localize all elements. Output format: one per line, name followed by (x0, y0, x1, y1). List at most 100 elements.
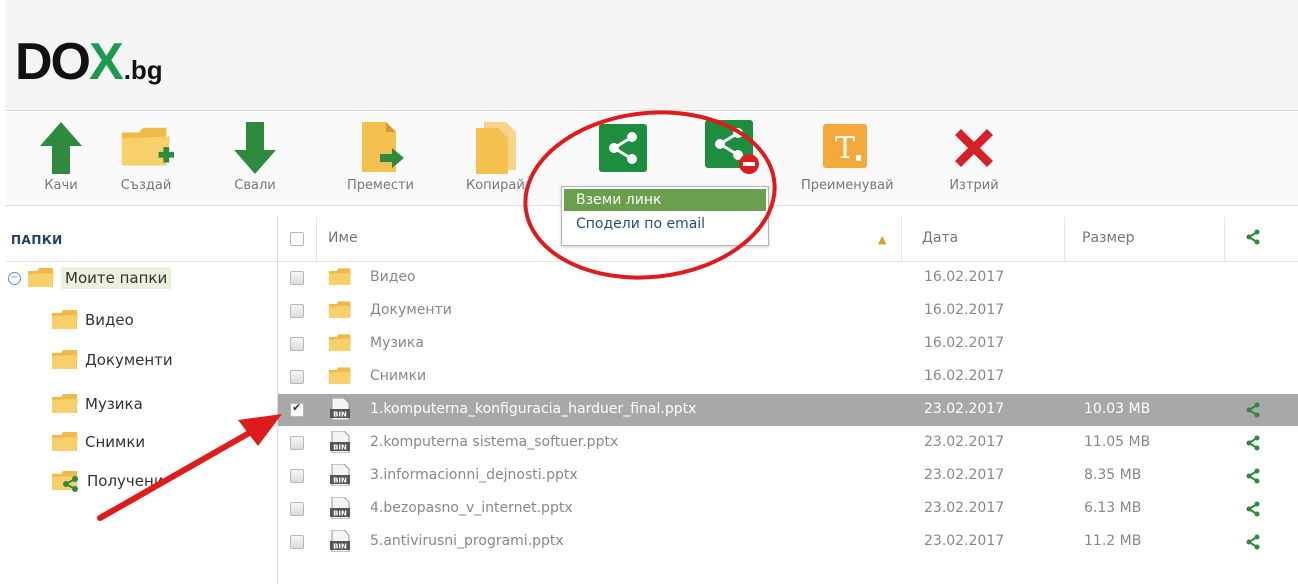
folder-icon (328, 301, 352, 318)
collapse-icon[interactable]: − (8, 271, 21, 285)
table-row[interactable]: BIN 3.informacionni_dejnosti.pptx 23.02.… (278, 460, 1298, 492)
sidebar-item-received[interactable]: Получени (51, 470, 164, 492)
column-divider (901, 217, 902, 261)
table-row-selected[interactable]: BIN 1.komputerna_konfiguracia_harduer_fi… (278, 394, 1298, 426)
bin-file-icon: BIN (330, 464, 350, 486)
sidebar-item-label: Документи (85, 351, 173, 369)
move-button[interactable]: Премести (347, 120, 414, 193)
file-date: 23.02.2017 (924, 467, 1005, 483)
column-header-date[interactable]: Дата (922, 230, 958, 246)
folder-icon (328, 334, 352, 351)
file-name[interactable]: Музика (370, 335, 424, 351)
table-row[interactable]: Документи 16.02.2017 (278, 295, 1298, 327)
unshare-button[interactable] (705, 120, 761, 176)
download-label: Свали (234, 178, 276, 193)
table-row[interactable]: BIN 2.komputerna sistema_softuer.pptx 23… (278, 427, 1298, 459)
file-size: 6.13 MB (1084, 500, 1142, 516)
file-name[interactable]: 4.bezopasno_v_internet.pptx (370, 500, 573, 516)
row-checkbox[interactable] (290, 469, 304, 483)
download-arrow-icon (227, 120, 283, 176)
table-row[interactable]: Видео 16.02.2017 (278, 262, 1298, 294)
file-type-label: BIN (333, 477, 347, 485)
file-type-label: BIN (333, 411, 347, 419)
file-date: 23.02.2017 (924, 401, 1005, 417)
folder-icon (28, 268, 54, 287)
sidebar-item-label: Видео (85, 311, 134, 329)
sidebar-item-label: Моите папки (61, 267, 172, 289)
file-date: 16.02.2017 (924, 368, 1005, 384)
menu-item-share-email[interactable]: Сподели по email (564, 213, 766, 235)
sidebar-item-my-folders[interactable]: − Моите папки (8, 267, 172, 289)
copy-file-icon (467, 120, 523, 176)
create-folder-button[interactable]: Създай (118, 120, 174, 193)
folder-icon (52, 394, 78, 413)
row-checkbox[interactable] (290, 271, 304, 285)
rename-button[interactable]: T Преименувай (801, 120, 894, 193)
row-checkbox[interactable] (290, 436, 304, 450)
file-name[interactable]: Снимки (370, 368, 426, 384)
folder-icon (52, 350, 78, 369)
sort-ascending-icon[interactable]: ▲ (878, 233, 886, 246)
svg-text:T: T (835, 131, 855, 166)
folder-icon (52, 310, 78, 329)
download-button[interactable]: Свали (227, 120, 283, 193)
column-header-size[interactable]: Размер (1082, 230, 1135, 246)
file-size: 8.35 MB (1084, 467, 1142, 483)
logo-text-x: X (89, 33, 124, 91)
upload-button[interactable]: Качи (33, 120, 89, 193)
sidebar-item-documents[interactable]: Документи (51, 349, 173, 371)
row-checkbox[interactable] (290, 502, 304, 516)
share-dropdown-menu: Вземи линк Сподели по email (561, 186, 769, 246)
folder-icon (328, 268, 352, 285)
select-all-checkbox[interactable] (290, 232, 304, 246)
row-checkbox[interactable] (290, 401, 304, 417)
folder-icon (328, 367, 352, 384)
file-name[interactable]: 3.informacionni_dejnosti.pptx (370, 467, 578, 483)
table-row[interactable]: BIN 4.bezopasno_v_internet.pptx 23.02.20… (278, 493, 1298, 525)
share-icon (595, 120, 651, 176)
table-row[interactable]: Снимки 16.02.2017 (278, 361, 1298, 393)
share-icon[interactable] (1246, 534, 1260, 554)
share-icon[interactable] (1246, 402, 1260, 422)
delete-label: Изтрий (949, 178, 999, 193)
column-divider (316, 217, 317, 261)
column-divider (1064, 217, 1065, 261)
table-row[interactable]: Музика 16.02.2017 (278, 328, 1298, 360)
sidebar-item-music[interactable]: Музика (51, 393, 143, 415)
menu-item-get-link[interactable]: Вземи линк (564, 189, 766, 211)
logo-text-tld: .bg (123, 55, 163, 85)
create-label: Създай (120, 178, 172, 193)
column-divider (1224, 217, 1225, 261)
file-name[interactable]: Документи (370, 302, 452, 318)
row-checkbox[interactable] (290, 370, 304, 384)
file-name[interactable]: 1.komputerna_konfiguracia_harduer_final.… (370, 401, 696, 417)
table-row[interactable]: BIN 5.antivirusni_programi.pptx 23.02.20… (278, 526, 1298, 558)
delete-button[interactable]: Изтрий (946, 120, 1002, 193)
file-size: 10.03 MB (1084, 401, 1151, 417)
row-checkbox[interactable] (290, 337, 304, 351)
sidebar-item-pictures[interactable]: Снимки (51, 431, 145, 453)
file-date: 23.02.2017 (924, 434, 1005, 450)
copy-button[interactable]: Копирай (466, 120, 525, 193)
share-button[interactable] (595, 120, 651, 176)
file-date: 23.02.2017 (924, 533, 1005, 549)
row-checkbox[interactable] (290, 535, 304, 549)
share-icon[interactable] (1246, 501, 1260, 521)
file-name[interactable]: 2.komputerna sistema_softuer.pptx (370, 434, 618, 450)
row-checkbox[interactable] (290, 304, 304, 318)
logo[interactable]: DO X .bg (15, 28, 163, 88)
shared-folder-icon (52, 471, 78, 492)
share-icon[interactable] (1246, 435, 1260, 455)
sidebar-item-label: Получени (87, 472, 164, 490)
share-icon[interactable] (1246, 468, 1260, 488)
column-header-name[interactable]: Име (328, 230, 358, 246)
file-type-label: BIN (333, 510, 347, 518)
file-size: 11.2 MB (1084, 533, 1142, 549)
new-folder-icon (118, 120, 174, 176)
file-name[interactable]: Видео (370, 269, 416, 285)
file-name[interactable]: 5.antivirusni_programi.pptx (370, 533, 564, 549)
sidebar-item-video[interactable]: Видео (51, 309, 134, 331)
upload-arrow-icon (33, 120, 89, 176)
file-date: 16.02.2017 (924, 269, 1005, 285)
files-table: Име ▲ Дата Размер Видео 16.02.2017 Докум… (278, 217, 1298, 584)
